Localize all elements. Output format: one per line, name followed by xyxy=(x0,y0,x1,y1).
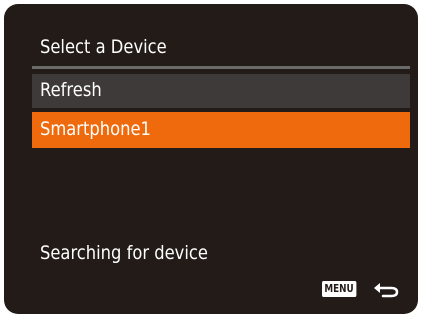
menu-item-label: Refresh xyxy=(40,79,102,101)
menu-item-label: Smartphone1 xyxy=(40,118,151,140)
screen-title: Select a Device xyxy=(40,36,167,58)
menu-item-smartphone1[interactable]: Smartphone1 xyxy=(32,112,410,148)
title-divider xyxy=(32,66,410,69)
back-button[interactable]: MENU xyxy=(322,278,401,300)
menu-key-icon: MENU xyxy=(322,281,357,297)
return-arrow-icon xyxy=(373,283,398,298)
status-text: Searching for device xyxy=(40,242,208,264)
camera-screen: Select a Device Refresh Smartphone1 Sear… xyxy=(4,4,418,314)
menu-item-refresh[interactable]: Refresh xyxy=(32,74,410,108)
